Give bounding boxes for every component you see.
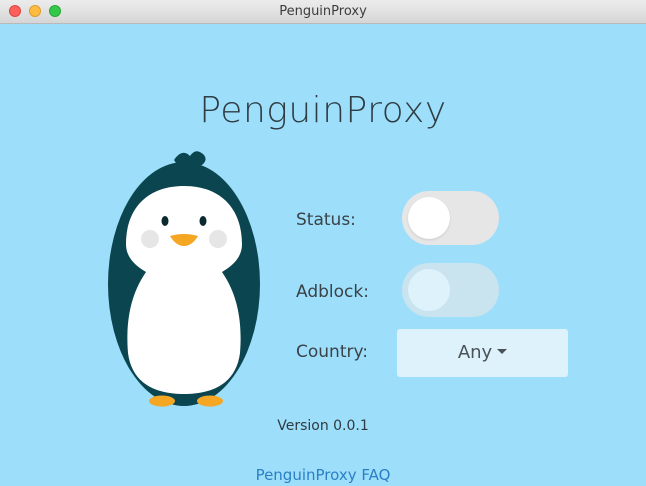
status-toggle[interactable] (402, 191, 499, 245)
status-toggle-knob[interactable] (408, 197, 450, 239)
adblock-toggle-knob[interactable] (408, 269, 450, 311)
app-window: PenguinProxy PenguinProxy Status: Adbloc… (0, 0, 646, 486)
adblock-label: Adblock: (296, 282, 369, 302)
status-label: Status: (296, 210, 356, 230)
app-title: PenguinProxy (199, 90, 447, 131)
chevron-down-icon (497, 348, 508, 354)
version-text: Version 0.0.1 (277, 418, 369, 434)
penguin-icon (104, 148, 264, 414)
country-select[interactable]: Any (397, 329, 568, 377)
title-bar: PenguinProxy (0, 0, 646, 24)
country-label: Country: (296, 342, 369, 362)
window-title: PenguinProxy (279, 4, 367, 19)
country-select-value: Any (457, 342, 493, 363)
faq-link[interactable]: PenguinProxy FAQ (0, 466, 646, 484)
adblock-toggle[interactable] (402, 263, 499, 317)
